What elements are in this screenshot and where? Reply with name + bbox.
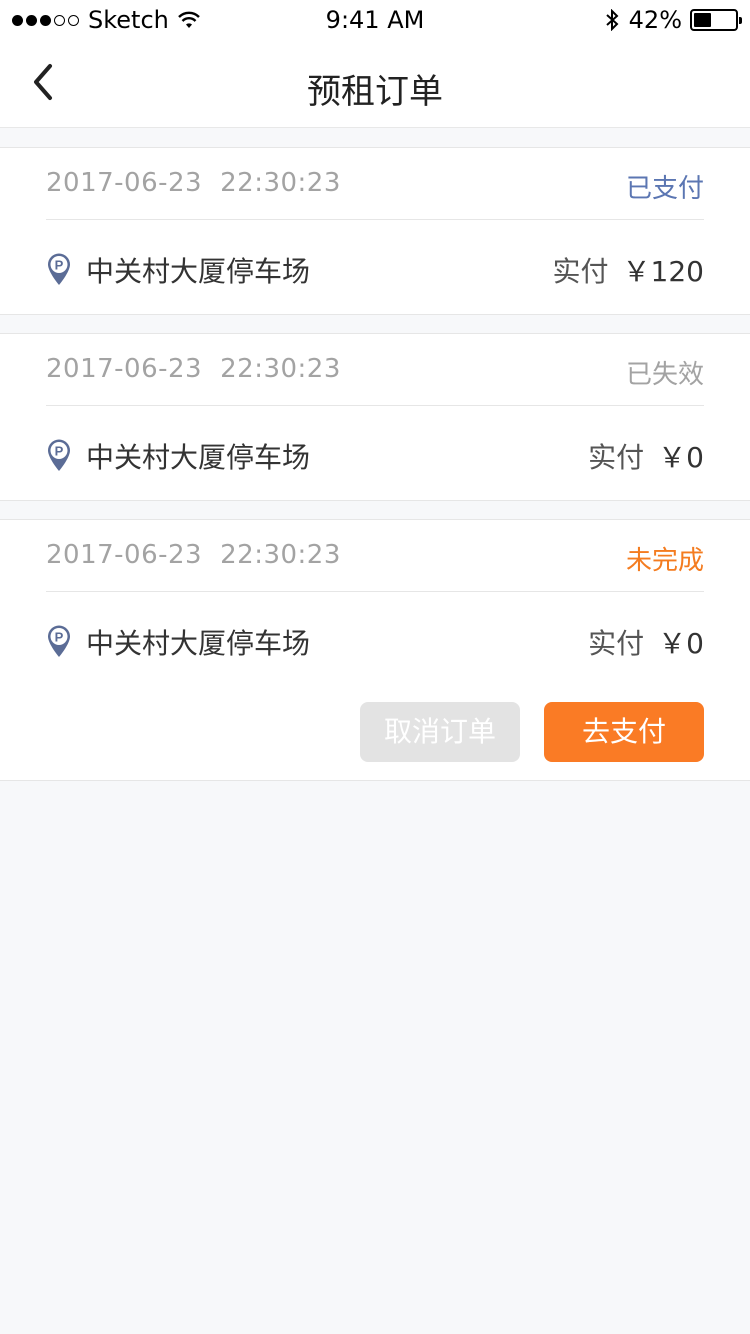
battery-percent: 42% (628, 6, 682, 34)
parking-lot-name: 中关村大厦停车场 (86, 441, 311, 474)
order-time: 22:30:23 (220, 168, 341, 198)
order-card[interactable]: 2017-06-23 22:30:23 已失效 P 中关村大厦停车场 实付 ￥0 (0, 333, 750, 501)
parking-lot-name: 中关村大厦停车场 (86, 255, 311, 288)
order-detail-row: P 中关村大厦停车场 实付 ￥120 (46, 220, 704, 316)
svg-text:P: P (55, 444, 64, 459)
order-detail-row: P 中关村大厦停车场 实付 ￥0 (46, 406, 704, 502)
paid-amount: ￥0 (658, 441, 704, 474)
order-date: 2017-06-23 (46, 168, 203, 198)
order-price: 实付 ￥120 (553, 250, 704, 290)
order-date: 2017-06-23 (46, 354, 203, 384)
order-list-page: Sketch 9:41 AM 42% 预租订单 2017-06-23 22:30… (0, 0, 750, 1334)
svg-text:P: P (55, 630, 64, 645)
order-status: 未完成 (625, 546, 704, 576)
order-price: 实付 ￥0 (588, 622, 704, 662)
parking-pin-icon: P (48, 625, 70, 657)
paid-label: 实付 (588, 627, 645, 660)
order-action-bar: 取消订单 去支付 (0, 686, 750, 781)
order-price: 实付 ￥0 (588, 436, 704, 476)
status-right: 42% (605, 6, 742, 34)
order-date: 2017-06-23 (46, 540, 203, 570)
battery-fill (694, 13, 711, 27)
page-title: 预租订单 (307, 72, 443, 112)
order-header-row: 2017-06-23 22:30:23 已支付 (46, 148, 704, 220)
nav-bar: 预租订单 (0, 40, 750, 128)
svg-text:P: P (55, 258, 64, 273)
order-time: 22:30:23 (220, 354, 341, 384)
order-datetime: 2017-06-23 22:30:23 (46, 540, 341, 570)
parking-pin-icon: P (48, 439, 70, 471)
order-header-row: 2017-06-23 22:30:23 已失效 (46, 334, 704, 406)
bluetooth-icon (605, 9, 619, 31)
order-datetime: 2017-06-23 22:30:23 (46, 354, 341, 384)
status-bar: Sketch 9:41 AM 42% (0, 0, 750, 40)
paid-label: 实付 (588, 441, 645, 474)
order-status: 已失效 (625, 360, 704, 390)
pay-button[interactable]: 去支付 (544, 702, 704, 762)
order-status: 已支付 (625, 174, 704, 204)
order-datetime: 2017-06-23 22:30:23 (46, 168, 341, 198)
battery-icon (690, 9, 742, 31)
parking-lot-name: 中关村大厦停车场 (86, 627, 311, 660)
order-card[interactable]: 2017-06-23 22:30:23 已支付 P 中关村大厦停车场 实付 ￥120 (0, 147, 750, 315)
order-detail-row: P 中关村大厦停车场 实付 ￥0 (46, 592, 704, 688)
order-time: 22:30:23 (220, 540, 341, 570)
parking-pin-icon: P (48, 253, 70, 285)
order-card[interactable]: 2017-06-23 22:30:23 未完成 P 中关村大厦停车场 实付 ￥0 (0, 519, 750, 687)
order-header-row: 2017-06-23 22:30:23 未完成 (46, 520, 704, 592)
cancel-order-button[interactable]: 取消订单 (360, 702, 520, 762)
paid-amount: ￥0 (658, 627, 704, 660)
paid-label: 实付 (552, 255, 609, 288)
paid-amount: ￥120 (622, 255, 704, 288)
